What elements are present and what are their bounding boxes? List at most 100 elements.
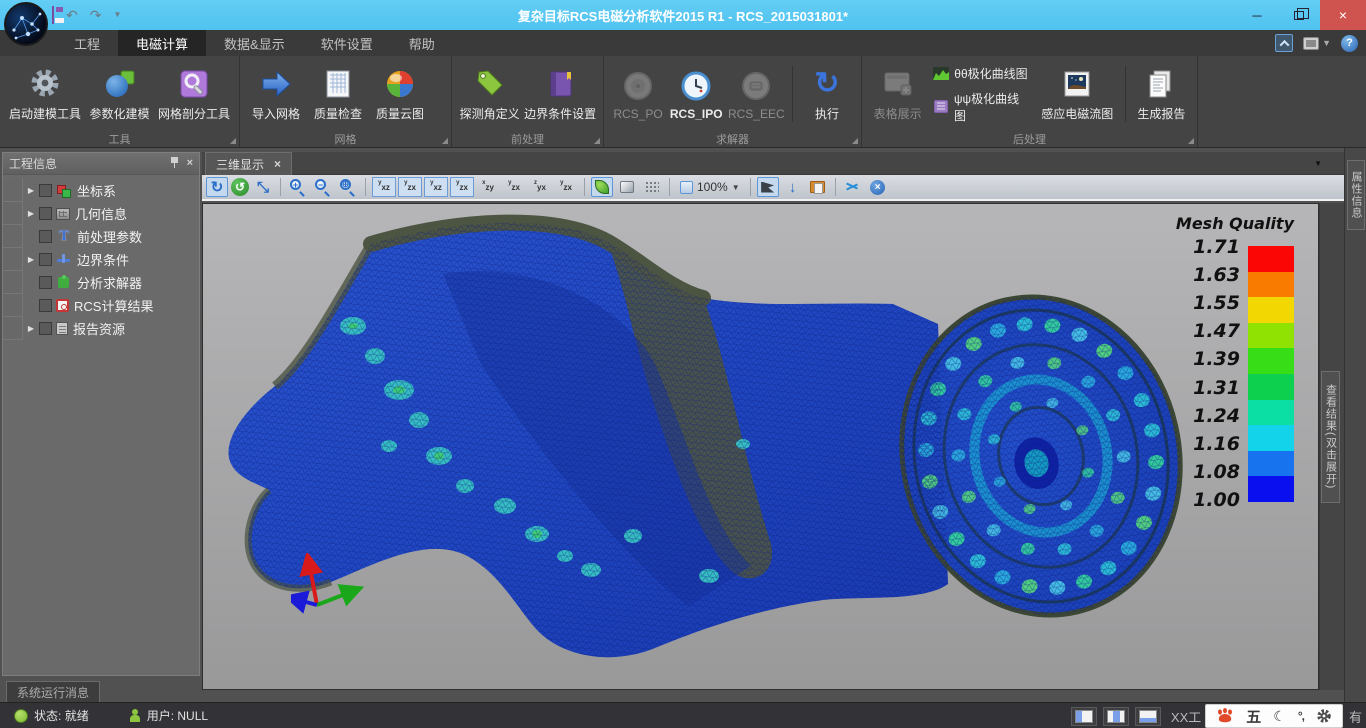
tabbar-menu-icon[interactable]: ▼ — [1314, 159, 1322, 168]
pin-panel-button[interactable] — [170, 157, 179, 171]
tree-item-6[interactable]: ▶报告资源 — [3, 317, 199, 340]
menu-tab-3[interactable]: 软件设置 — [303, 30, 391, 56]
view-orientation-button-2[interactable]: yxz — [424, 177, 448, 197]
tree-item-1[interactable]: ▶几何信息 — [3, 202, 199, 225]
view-orientation-button-0[interactable]: yxz — [372, 177, 396, 197]
layout-center-button[interactable] — [1103, 707, 1129, 726]
view-orientation-button-4[interactable]: xzy — [476, 177, 500, 197]
tree-checkbox[interactable] — [39, 322, 52, 335]
legend-value: 1.24 — [1193, 407, 1240, 426]
mesh-partition-tool-button[interactable]: 网格剖分工具 — [155, 64, 233, 124]
boundary-condition-button[interactable]: 边界条件设置 — [523, 64, 597, 124]
solver-rcs-ipo-button[interactable]: RCS_IPO — [668, 66, 724, 123]
zoom-out-button[interactable]: − — [312, 177, 334, 197]
clear-view-button[interactable]: × — [867, 177, 889, 197]
solver-rcs-eec-button[interactable]: RCS_EEC — [726, 66, 786, 123]
surface-view-button[interactable] — [616, 177, 638, 197]
induced-current-map-button[interactable]: 感应电磁流图 — [1036, 64, 1119, 124]
view-orientation-button-6[interactable]: zyx — [528, 177, 552, 197]
menu-tab-2[interactable]: 数据&显示 — [206, 30, 303, 56]
legend-value: 1.63 — [1193, 266, 1240, 285]
menu-tab-0[interactable]: 工程 — [56, 30, 118, 56]
ime-settings-gear-icon[interactable] — [1316, 708, 1332, 724]
tree-item-2[interactable]: T前处理参数 — [3, 225, 199, 248]
axis-main-label: zx — [511, 183, 519, 192]
ime-toolbar[interactable]: 五 ☾ °, — [1205, 704, 1343, 728]
drop-down-tool-button[interactable]: ↓ — [782, 177, 804, 197]
zoom-level-select[interactable]: 100% ▼ — [676, 180, 744, 194]
chevron-up-icon — [1279, 39, 1289, 49]
collapse-ribbon-button[interactable] — [1275, 34, 1293, 52]
tree-checkbox[interactable] — [39, 299, 52, 312]
expand-arrow-icon[interactable]: ▶ — [23, 209, 39, 218]
solver-rcs-po-button[interactable]: RCS_PO — [610, 66, 666, 123]
ime-moon-icon[interactable]: ☾ — [1273, 708, 1286, 725]
view-orientation-button-1[interactable]: yzx — [398, 177, 422, 197]
tree-item-4[interactable]: 分析求解器 — [3, 271, 199, 294]
zoom-in-button[interactable]: + — [287, 177, 309, 197]
close-panel-button[interactable]: × — [187, 158, 193, 169]
layout-bottom-button[interactable] — [1135, 707, 1161, 726]
capture-image-button[interactable] — [807, 177, 829, 197]
theta-polarization-curve-button[interactable]: θθ极化曲线图 — [929, 64, 1034, 83]
generate-report-button[interactable]: 生成报告 — [1132, 64, 1191, 124]
points-view-button[interactable] — [641, 177, 663, 197]
group-expander-icon[interactable]: ◢ — [1188, 136, 1194, 145]
psi-polarization-curve-button[interactable]: ψψ极化曲线图 — [929, 89, 1034, 125]
help-button[interactable]: ? — [1341, 35, 1358, 52]
menu-tab-4[interactable]: 帮助 — [391, 30, 453, 56]
viewport-tab-3d[interactable]: 三维显示 × — [205, 152, 292, 175]
tree-checkbox[interactable] — [39, 184, 52, 197]
table-display-button[interactable]: 表格展示 — [868, 64, 927, 124]
tree-item-3[interactable]: ▶边界条件 — [3, 248, 199, 271]
view-orientation-button-5[interactable]: yzx — [502, 177, 526, 197]
system-message-tab[interactable]: 系统运行消息 — [6, 681, 100, 702]
property-info-tab[interactable]: 属性信息 — [1347, 160, 1365, 230]
zoom-in-icon: + — [290, 179, 306, 195]
tree-item-5[interactable]: RCS计算结果 — [3, 294, 199, 317]
probe-angle-button[interactable]: 探测角定义 — [458, 64, 521, 124]
display-style-button[interactable]: ▼ — [1303, 37, 1331, 50]
view-results-tab[interactable]: 查看结果(双击展开) — [1321, 371, 1340, 503]
restore-button[interactable] — [1278, 0, 1320, 30]
menu-tabs: 工程电磁计算数据&显示软件设置帮助 — [56, 30, 453, 56]
quality-check-button[interactable]: 质量检查 — [308, 64, 368, 124]
rotate-view-button[interactable]: ↻ — [206, 177, 228, 197]
expand-arrow-icon[interactable]: ▶ — [23, 186, 39, 195]
menu-tab-1[interactable]: 电磁计算 — [118, 30, 206, 56]
group-expander-icon[interactable]: ◢ — [852, 136, 858, 145]
quality-contour-button[interactable]: 质量云图 — [370, 64, 430, 124]
group-expander-icon[interactable]: ◢ — [594, 136, 600, 145]
app-logo-icon[interactable] — [4, 2, 48, 46]
shaded-view-button[interactable] — [591, 177, 613, 197]
tree-checkbox[interactable] — [39, 276, 52, 289]
tree-checkbox[interactable] — [39, 207, 52, 220]
viewport-canvas[interactable]: Mesh Quality 1.711.631.551.471.391.311.2… — [202, 203, 1319, 690]
group-expander-icon[interactable]: ◢ — [230, 136, 236, 145]
view-orientation-button-3[interactable]: yzx — [450, 177, 474, 197]
pan-view-button[interactable]: ⤡ — [252, 177, 274, 197]
tree-checkbox[interactable] — [39, 253, 52, 266]
selection-mode-button[interactable] — [757, 177, 779, 197]
tree-item-0[interactable]: ▶坐标系 — [3, 179, 199, 202]
execute-button[interactable]: ↻ 执行 — [799, 64, 855, 124]
view-orientation-button-7[interactable]: yzx — [554, 177, 578, 197]
minimize-button[interactable]: ─ — [1236, 0, 1278, 30]
parametric-modeling-button[interactable]: 参数化建模 — [86, 64, 153, 124]
import-mesh-button[interactable]: 导入网格 — [246, 64, 306, 124]
viewport-tab-close-icon[interactable]: × — [274, 157, 281, 171]
layout-left-button[interactable] — [1071, 707, 1097, 726]
zoom-fit-button[interactable]: ⊕ — [337, 177, 359, 197]
gear-icon — [27, 66, 63, 102]
orbit-view-button[interactable]: ↺ — [231, 178, 249, 196]
ime-language-icon[interactable]: 五 — [1246, 706, 1261, 727]
expand-arrow-icon[interactable]: ▶ — [23, 255, 39, 264]
axis-sup-label: y — [430, 180, 433, 186]
ime-punctuation-icon[interactable]: °, — [1298, 709, 1304, 723]
expand-arrow-icon[interactable]: ▶ — [23, 324, 39, 333]
close-button[interactable]: × — [1320, 0, 1366, 30]
group-expander-icon[interactable]: ◢ — [442, 136, 448, 145]
share-view-button[interactable] — [842, 177, 864, 197]
launch-modeling-tool-button[interactable]: 启动建模工具 — [6, 64, 84, 124]
tree-checkbox[interactable] — [39, 230, 52, 243]
